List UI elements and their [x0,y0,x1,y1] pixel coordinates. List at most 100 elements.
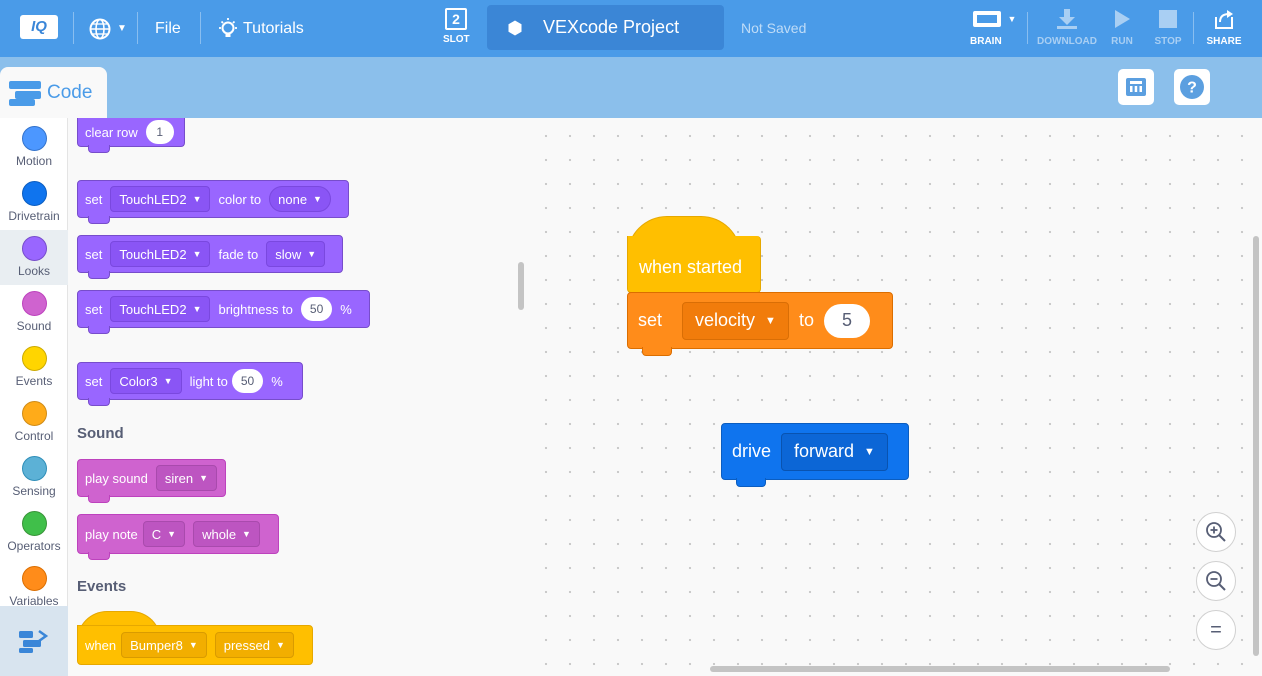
dropdown-value: C [151,526,162,542]
dropdown-value: siren [164,470,194,486]
block-notch [736,478,766,487]
sound-dropdown[interactable]: siren ▼ [155,465,217,491]
lightbulb-icon [219,17,237,37]
category-label: Looks [17,264,51,278]
extensions-button[interactable] [0,606,68,676]
number-input[interactable]: 50 [300,297,333,321]
category-label: Events [15,374,53,388]
block-label: light to [189,373,228,389]
hexagon-icon [508,20,522,35]
state-dropdown[interactable]: pressed ▼ [214,632,294,658]
block-set-color[interactable]: set TouchLED2 ▼ color to none ▼ [77,180,349,224]
events-dot [21,346,47,371]
code-workspace[interactable] [530,118,1262,676]
divider [200,12,201,44]
duration-dropdown[interactable]: whole ▼ [193,521,260,547]
category-events[interactable]: Events [0,340,68,395]
block-play-note[interactable]: play note C ▼ whole ▼ [77,514,279,560]
category-looks[interactable]: Looks [0,230,68,285]
hat-body: when Bumper8 ▼ pressed ▼ [77,625,313,665]
block-when-bumper[interactable]: when Bumper8 ▼ pressed ▼ [77,611,313,665]
palette-scrollbar[interactable] [518,262,524,310]
device-dropdown[interactable]: TouchLED2 ▼ [110,241,211,267]
block-clear-row[interactable]: clear row 1 [77,118,185,153]
run-button[interactable]: RUN [1108,6,1136,47]
caret-down-icon: ▼ [188,640,198,650]
block-set-velocity[interactable]: set velocity ▼ to 5 [627,292,893,356]
sensing-dot [21,456,47,481]
zoom-out-button[interactable] [1196,561,1236,601]
category-drivetrain[interactable]: Drivetrain [0,175,68,230]
tab-code[interactable]: Code [0,67,107,118]
device-dropdown[interactable]: TouchLED2 ▼ [110,186,211,212]
operators-dot [21,511,47,536]
category-sound[interactable]: Sound [0,285,68,340]
download-button[interactable]: DOWNLOAD [1034,6,1100,47]
section-header-sound: Sound [77,425,124,442]
block-label: set [85,301,103,317]
caret-down-icon: ▼ [276,640,285,650]
divider [137,12,138,44]
control-dot [21,401,47,426]
zoom-reset-button[interactable]: = [1196,610,1236,650]
block-set-fade[interactable]: set TouchLED2 ▼ fade to slow ▼ [77,235,343,279]
block-play-sound[interactable]: play sound siren ▼ [77,459,226,503]
tutorials-button[interactable]: Tutorials [217,0,304,57]
stop-button[interactable]: STOP [1152,6,1184,47]
vex-iq-logo[interactable]: IQ [20,15,58,39]
code-blocks-icon [9,80,41,106]
block-label: color to [218,191,262,207]
download-label: DOWNLOAD [1037,36,1097,47]
category-label: Sensing [12,484,56,498]
share-button[interactable]: SHARE [1204,6,1244,47]
fade-dropdown[interactable]: slow ▼ [266,241,326,267]
workspace-vertical-scrollbar[interactable] [1253,236,1259,656]
category-sensing[interactable]: Sensing [0,450,68,505]
dropdown-value: pressed [223,637,270,653]
device-port-icon [1126,78,1146,96]
block-set-brightness[interactable]: set TouchLED2 ▼ brightness to 50 % [77,290,370,334]
color-dropdown[interactable]: none ▼ [269,186,331,212]
number-input[interactable]: 50 [231,369,264,393]
drivetrain-dot [21,181,47,206]
block-notch [88,495,110,503]
stop-label: STOP [1154,36,1182,47]
category-control[interactable]: Control [0,395,68,450]
block-label: drive [732,441,772,461]
language-button[interactable]: ▼ [88,0,127,57]
device-dropdown[interactable]: TouchLED2 ▼ [110,296,211,322]
caret-down-icon: ▼ [313,194,322,204]
project-name-field[interactable]: VEXcode Project [487,5,724,50]
direction-dropdown[interactable]: forward ▼ [781,432,888,471]
block-label: clear row [85,124,138,140]
note-dropdown[interactable]: C ▼ [142,521,186,547]
workspace-horizontal-scrollbar[interactable] [710,666,1170,672]
bumper-dropdown[interactable]: Bumper8 ▼ [121,632,207,658]
device-dropdown[interactable]: Color3 ▼ [110,368,182,394]
number-input[interactable]: 5 [823,303,870,338]
velocity-dropdown[interactable]: velocity ▼ [682,301,789,340]
block-set-light[interactable]: set Color3 ▼ light to 50 % [77,362,303,406]
help-button[interactable]: ? [1174,69,1210,105]
dropdown-value: none [278,191,308,207]
unit-label: % [340,301,352,317]
brain-button[interactable]: ▼ BRAIN [968,6,1020,47]
block-drive[interactable]: drive forward ▼ [721,423,909,487]
devices-button[interactable] [1118,69,1154,105]
stop-icon [1159,10,1177,28]
section-header-events: Events [77,578,127,595]
block-label: set [85,191,103,207]
divider [1027,12,1028,44]
category-motion[interactable]: Motion [0,120,68,175]
number-input[interactable]: 1 [145,120,174,144]
share-icon [1215,10,1233,29]
category-label: Drivetrain [8,209,60,223]
block-when-started[interactable]: when started [627,216,761,293]
file-menu[interactable]: File [155,0,181,57]
caret-down-icon: ▼ [163,376,173,386]
zoom-in-button[interactable] [1196,512,1236,552]
slot-selector[interactable]: 2 SLOT [443,8,470,48]
block-label: set [85,246,103,262]
block-notch [88,398,110,406]
category-operators[interactable]: Operators [0,505,68,560]
